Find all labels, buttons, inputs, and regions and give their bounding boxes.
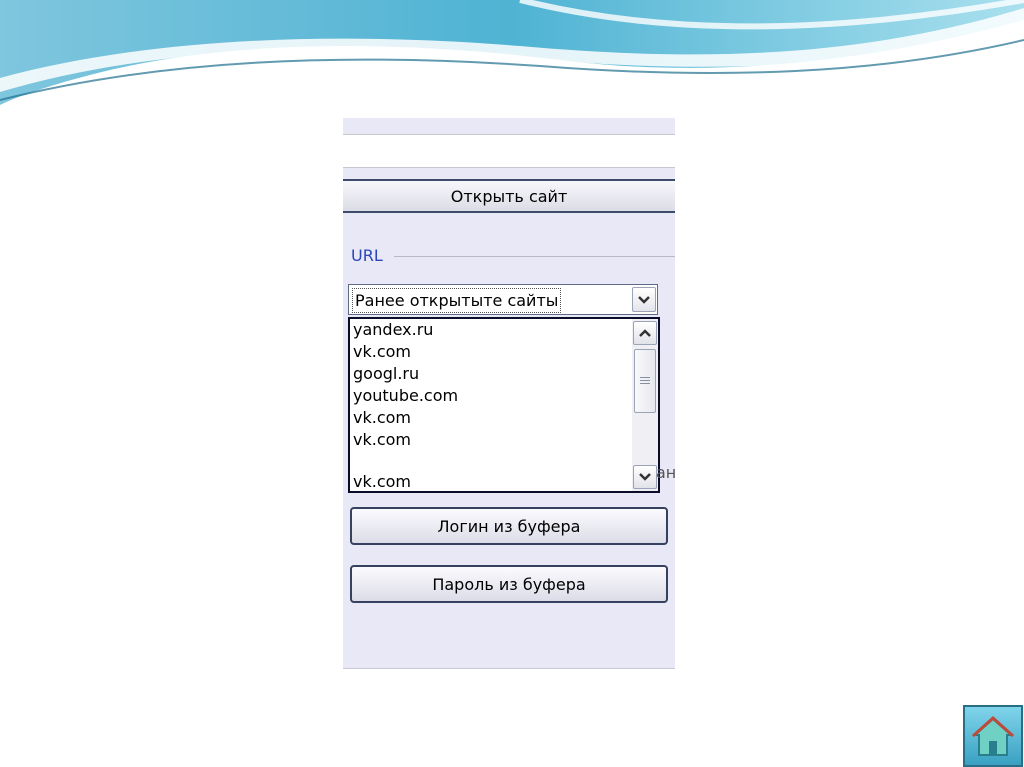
- recent-sites-list[interactable]: yandex.ru vk.com googl.ru youtube.com vk…: [348, 317, 660, 493]
- login-from-clipboard-button[interactable]: Логин из буфера: [350, 507, 668, 545]
- list-item[interactable]: youtube.com: [353, 385, 458, 407]
- list-item[interactable]: vk.com: [353, 341, 411, 363]
- chevron-down-icon[interactable]: [632, 287, 656, 312]
- list-item[interactable]: vk.com: [353, 429, 411, 451]
- open-site-button[interactable]: Открыть сайт: [343, 179, 675, 213]
- home-button[interactable]: [963, 705, 1023, 767]
- login-button-label: Логин из буфера: [437, 516, 581, 536]
- open-site-label: Открыть сайт: [450, 186, 568, 206]
- password-from-clipboard-button[interactable]: Пароль из буфера: [350, 565, 668, 603]
- list-scrollbar[interactable]: [632, 319, 658, 491]
- password-button-label: Пароль из буфера: [432, 574, 586, 594]
- list-item[interactable]: googl.ru: [353, 363, 419, 385]
- home-icon: [971, 715, 1015, 756]
- scrollbar-thumb[interactable]: [634, 349, 656, 413]
- recent-sites-dropdown-value: Ранее открытыте сайты: [352, 288, 562, 313]
- header-waves-decoration: [0, 0, 1024, 105]
- mobile-app-panel: Открыть сайт URL Ранее открытыте сайты y…: [343, 118, 675, 669]
- url-group-divider: [394, 256, 675, 257]
- grip-icon: [640, 377, 650, 385]
- list-item[interactable]: vk.com: [353, 471, 411, 493]
- clipped-label: ан: [656, 463, 675, 482]
- list-item[interactable]: yandex.ru: [353, 319, 433, 341]
- list-item[interactable]: vk.com: [353, 407, 411, 429]
- url-group-label: URL: [351, 246, 383, 265]
- chevron-up-icon[interactable]: [633, 321, 657, 345]
- recent-sites-dropdown[interactable]: Ранее открытыте сайты: [348, 284, 658, 315]
- address-text-field[interactable]: [343, 134, 675, 168]
- chevron-down-icon[interactable]: [633, 465, 657, 489]
